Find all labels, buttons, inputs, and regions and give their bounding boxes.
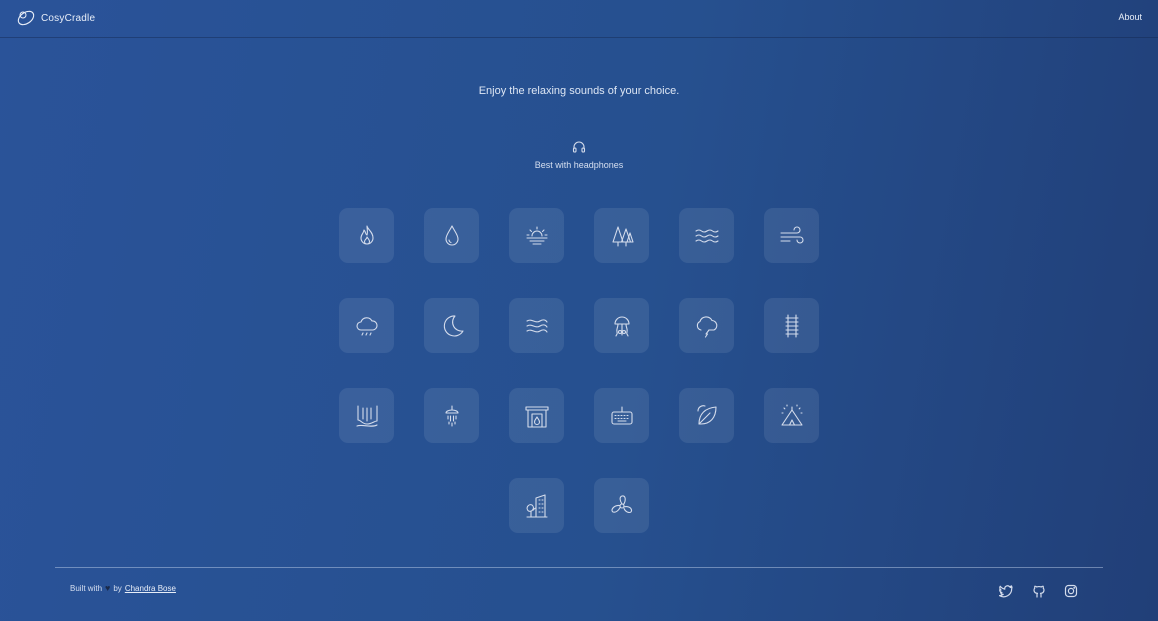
about-link[interactable]: About [1118,12,1142,22]
rain-cloud-icon [355,316,378,336]
wind-icon [779,225,804,244]
sound-tile-ocean-waves[interactable] [679,208,734,263]
camping-tent-icon [780,403,803,426]
keyboard-icon [610,405,633,425]
headphones-icon [572,141,586,153]
footer-credit: Built with ♥ by Chandra Bose [70,583,176,593]
city-icon [525,493,548,518]
sound-tile-wind[interactable] [764,208,819,263]
github-icon [1033,585,1045,598]
sound-tile-forest[interactable] [594,208,649,263]
header: CosyCradle About [0,0,1158,38]
sound-tile-rain-drop[interactable] [424,208,479,263]
sound-tile-fan[interactable] [594,478,649,533]
sound-tile-train[interactable] [764,298,819,353]
moon-icon [443,314,464,337]
jellyfish-icon [613,315,630,337]
shower-icon [444,404,459,427]
stream-icon [525,318,548,333]
sound-tile-camping[interactable] [764,388,819,443]
twitter-icon [998,585,1013,598]
twitter-link[interactable] [998,584,1013,598]
built-with-label: Built with [70,583,103,593]
headphones-note: Best with headphones [0,140,1158,173]
fire-icon [359,224,374,245]
fan-icon [610,494,632,513]
forest-icon [611,225,634,247]
leaf-icon [696,404,717,425]
brand-name: CosyCradle [41,12,96,24]
sound-tile-fire[interactable] [339,208,394,263]
sound-tile-keyboard[interactable] [594,388,649,443]
sound-tile-underwater[interactable] [594,298,649,353]
sound-tile-waterfall[interactable] [339,388,394,443]
sound-tile-shower[interactable] [424,388,479,443]
thunder-cloud-icon [696,315,717,338]
sound-tile-rain[interactable] [339,298,394,353]
sound-tile-thunderstorm[interactable] [679,298,734,353]
headphones-label: Best with headphones [534,160,624,170]
sound-tile-sunset[interactable] [509,208,564,263]
water-drop-icon [444,224,459,246]
sound-tile-leaves[interactable] [679,388,734,443]
github-link[interactable] [1032,584,1046,598]
logo-icon [17,10,35,26]
brand-logo-link[interactable]: CosyCradle [16,8,95,28]
fireplace-icon [524,405,549,428]
sunset-icon [525,225,548,245]
by-label: by [113,583,122,593]
sound-tile-night[interactable] [424,298,479,353]
heart-icon: ♥ [105,583,111,593]
instagram-icon [1064,584,1078,598]
tagline: Enjoy the relaxing sounds of your choice… [478,85,680,97]
footer-divider [55,567,1103,568]
sound-tile-city[interactable] [509,478,564,533]
sound-tile-stream[interactable] [509,298,564,353]
instagram-link[interactable] [1064,584,1078,598]
waves-icon [694,228,719,243]
author-link[interactable]: Chandra Bose [125,584,176,593]
sound-tile-fireplace[interactable] [509,388,564,443]
waterfall-icon [355,404,378,427]
train-track-icon [784,313,799,338]
